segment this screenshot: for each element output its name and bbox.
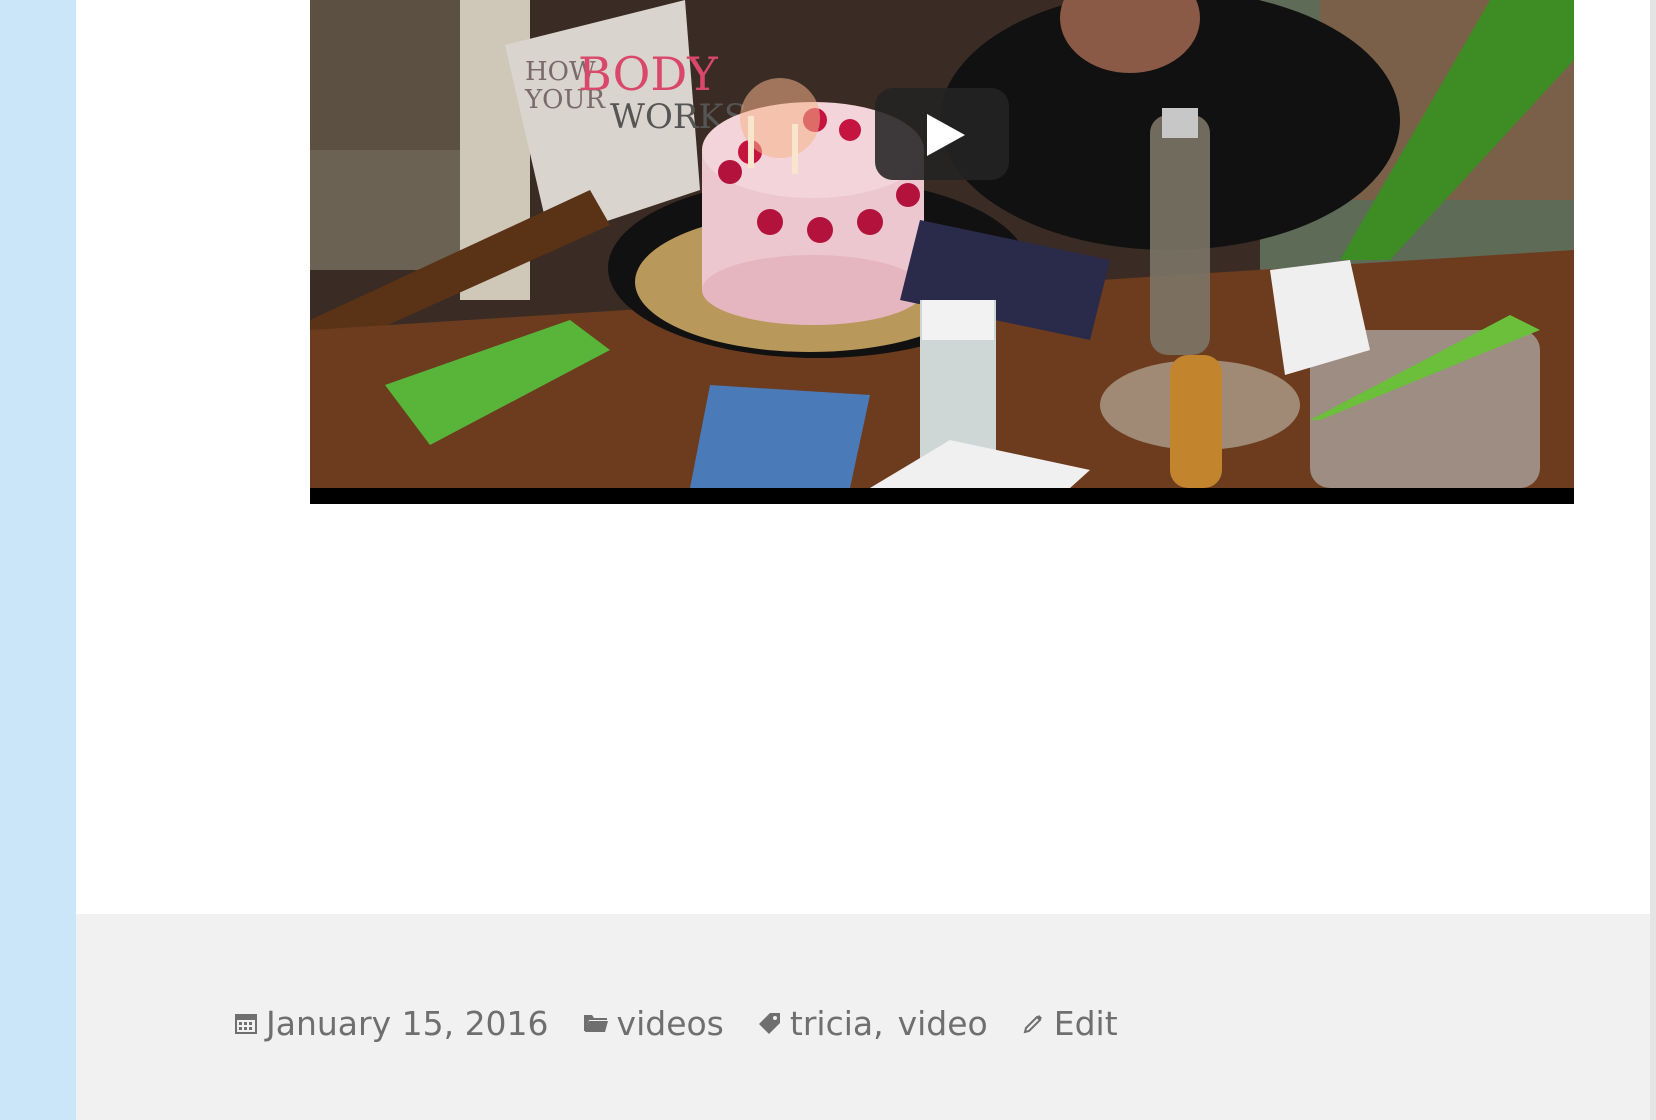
- page-background-strip: [0, 0, 76, 1120]
- pencil-icon: [1022, 1011, 1046, 1035]
- svg-text:BODY: BODY: [578, 47, 718, 101]
- category-link-videos[interactable]: videos: [617, 1004, 724, 1043]
- play-icon: [927, 114, 965, 156]
- edit-link-wrap: Edit: [1022, 1004, 1118, 1043]
- post-date-link[interactable]: January 15, 2016: [266, 1004, 549, 1043]
- tag-link-tricia[interactable]: tricia: [790, 1004, 873, 1043]
- video-poster-image: HOW YOUR BODY WORKS: [310, 0, 1574, 488]
- video-player[interactable]: HOW YOUR BODY WORKS: [310, 0, 1574, 504]
- tag-link-video[interactable]: video: [898, 1004, 988, 1043]
- entry-meta: January 15, 2016 videos tricia , video E…: [234, 996, 1152, 1050]
- play-button[interactable]: [875, 88, 1009, 180]
- video-poster-frame: HOW YOUR BODY WORKS: [310, 0, 1574, 488]
- video-bottom-bar: [310, 488, 1574, 504]
- folder-icon: [583, 1012, 609, 1034]
- tag-icon: [758, 1011, 782, 1035]
- content-right-border: [1650, 0, 1656, 1120]
- calendar-icon: [234, 1011, 258, 1035]
- tags-links: tricia , video: [758, 1004, 988, 1043]
- entry-footer: January 15, 2016 videos tricia , video E…: [76, 914, 1650, 1120]
- posted-on: January 15, 2016: [234, 1004, 549, 1043]
- cat-links: videos: [583, 1004, 724, 1043]
- edit-link[interactable]: Edit: [1054, 1004, 1118, 1043]
- tag-separator: ,: [873, 1003, 884, 1043]
